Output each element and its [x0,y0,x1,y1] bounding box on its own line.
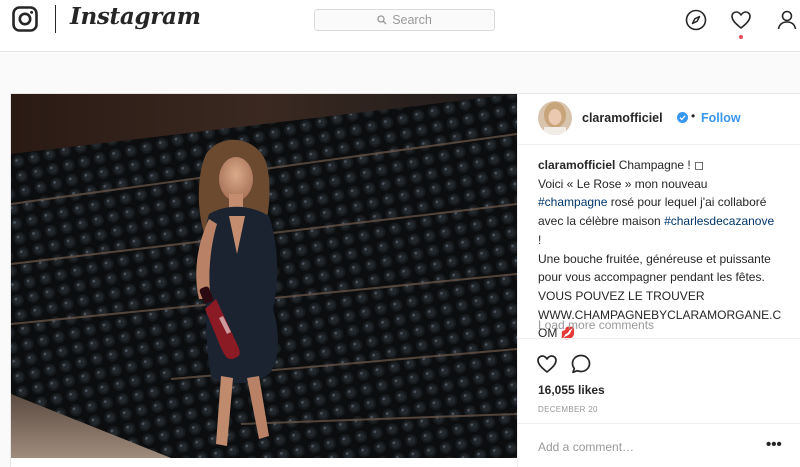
profile-icon[interactable] [776,9,798,31]
heart-icon[interactable] [730,9,752,31]
hashtag-champagne[interactable]: #champagne [538,195,607,209]
caption-line-6: Une bouche fruitée, généreuse et puissan… [538,251,771,266]
caption-line-3: rosé pour lequel j'ai collaboré [607,195,767,210]
verified-badge-icon [677,112,688,123]
search-placeholder: Search [392,13,432,27]
likes-count[interactable]: 16,055 likes [538,383,605,397]
post-username[interactable]: claramofficiel [582,111,663,125]
post-date[interactable]: DECEMBER 20 [538,405,598,414]
post-photo[interactable] [11,94,517,458]
more-options-icon[interactable]: ••• [766,436,782,453]
avatar[interactable] [538,101,572,135]
caption-line-8: VOUS POUVEZ LE TROUVER [538,288,705,303]
top-navigation: Instagram Search [0,0,800,52]
like-heart-icon[interactable] [536,353,558,375]
search-input[interactable]: Search [314,9,495,31]
search-icon [377,15,387,25]
comment-bubble-icon[interactable] [570,353,592,375]
post-caption: claramofficiel Champagne ! ◻ Voici « Le … [538,156,788,343]
caption-line-4: avec la célèbre maison [538,214,665,229]
notification-dot [739,35,743,39]
load-more-comments-link[interactable]: Load more comments [538,318,654,332]
post-actions: 16,055 likes DECEMBER 20 Add a comment… … [518,338,800,467]
instagram-wordmark[interactable]: Instagram [70,3,201,30]
post-card: claramofficiel • Follow claramofficiel C… [10,93,800,467]
instagram-logo-icon[interactable] [12,6,38,32]
separator-dot: • [691,109,696,123]
logo-divider [55,5,56,33]
caption-line-2: Voici « Le Rose » mon nouveau [538,176,708,191]
caption-line-5: ! [538,232,542,247]
hashtag-charlesdecazanove[interactable]: #charlesdecazanove [664,214,774,228]
compass-icon[interactable] [685,9,707,31]
post-header: claramofficiel • Follow [518,94,800,145]
post-sidebar: claramofficiel • Follow claramofficiel C… [517,94,800,467]
follow-button[interactable]: Follow [701,111,741,125]
caption-line-1: Champagne ! ◻ [618,158,705,172]
comment-section: Add a comment… ••• [518,423,800,467]
add-comment-input[interactable]: Add a comment… [538,440,634,454]
caption-username[interactable]: claramofficiel [538,158,615,172]
wine-cellar-photo [11,94,517,458]
caption-line-7: pour vous accompagner pendant les fêtes. [538,270,765,285]
